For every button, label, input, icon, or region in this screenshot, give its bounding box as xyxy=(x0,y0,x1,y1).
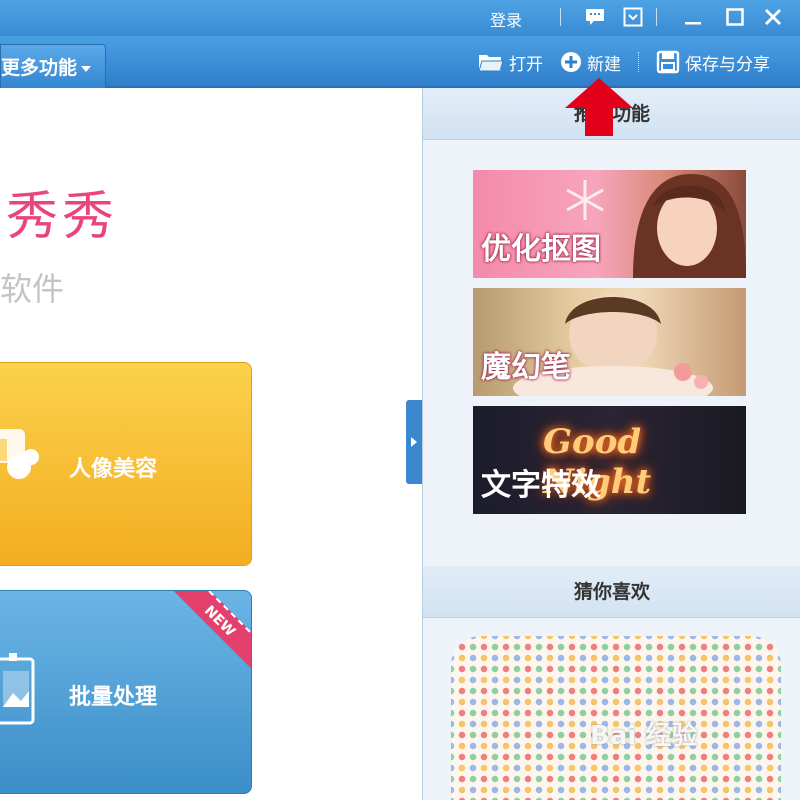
app-brand-subtitle: 软件 xyxy=(0,270,65,308)
maximize-icon[interactable] xyxy=(724,6,746,28)
snowflake-icon xyxy=(566,180,604,220)
message-icon[interactable] xyxy=(584,6,606,28)
title-separator xyxy=(560,8,561,26)
portrait-beauty-label: 人像美容 xyxy=(69,457,158,482)
more-functions-label: 更多功能 xyxy=(1,57,78,79)
sidebar-collapse-handle[interactable] xyxy=(406,400,422,484)
toolbar: 更多功能 打开 新建 保存与分享 xyxy=(0,36,800,88)
portrait-beauty-button[interactable]: 人像美容 xyxy=(0,362,252,566)
feature-banner-cutout[interactable]: 优化抠图 xyxy=(473,170,746,278)
watermark: Bai 经验 xyxy=(590,721,698,751)
portrait-photo xyxy=(633,174,746,278)
new-button[interactable]: 新建 xyxy=(560,48,621,76)
open-label: 打开 xyxy=(509,54,543,75)
title-separator xyxy=(656,8,657,26)
more-functions-tab[interactable]: 更多功能 xyxy=(0,44,106,88)
title-bar: 登录 xyxy=(0,0,800,36)
right-sidebar: 推荐功能 优化抠图 魔幻笔 Good Night 文字特效 猜你喜欢 xyxy=(422,88,800,800)
feature-banner-magic-pen[interactable]: 魔幻笔 xyxy=(473,288,746,396)
new-label: 新建 xyxy=(587,54,621,75)
close-icon[interactable] xyxy=(762,6,784,28)
open-button[interactable]: 打开 xyxy=(478,48,543,76)
guess-you-like-header: 猜你喜欢 xyxy=(423,566,800,618)
feature-banner-text-effect[interactable]: Good Night 文字特效 xyxy=(473,406,746,514)
toolbar-separator xyxy=(638,52,639,72)
save-share-button[interactable]: 保存与分享 xyxy=(656,48,770,76)
new-badge: NEW xyxy=(169,591,251,672)
image-stack-icon xyxy=(0,653,35,725)
portrait-icon xyxy=(0,429,39,479)
save-share-label: 保存与分享 xyxy=(685,54,770,75)
plus-circle-icon xyxy=(561,52,581,72)
main-panel: 秀秀 软件 人像美容 NEW 批量处理 xyxy=(0,88,422,800)
chevron-down-icon xyxy=(81,65,92,72)
app-brand-title: 秀秀 xyxy=(6,187,119,247)
save-icon xyxy=(656,50,680,74)
batch-process-button[interactable]: NEW 批量处理 xyxy=(0,590,252,794)
feature-text-effect-label: 文字特效 xyxy=(481,468,601,503)
minimize-icon[interactable] xyxy=(682,6,704,28)
annotation-arrow-icon xyxy=(565,78,633,136)
feature-cutout-label: 优化抠图 xyxy=(481,232,601,267)
folder-icon xyxy=(478,55,504,72)
feature-magic-pen-label: 魔幻笔 xyxy=(481,350,571,385)
chevron-right-icon xyxy=(411,437,417,447)
login-link[interactable]: 登录 xyxy=(490,7,522,31)
skin-icon[interactable] xyxy=(622,6,644,28)
batch-process-label: 批量处理 xyxy=(69,685,158,710)
